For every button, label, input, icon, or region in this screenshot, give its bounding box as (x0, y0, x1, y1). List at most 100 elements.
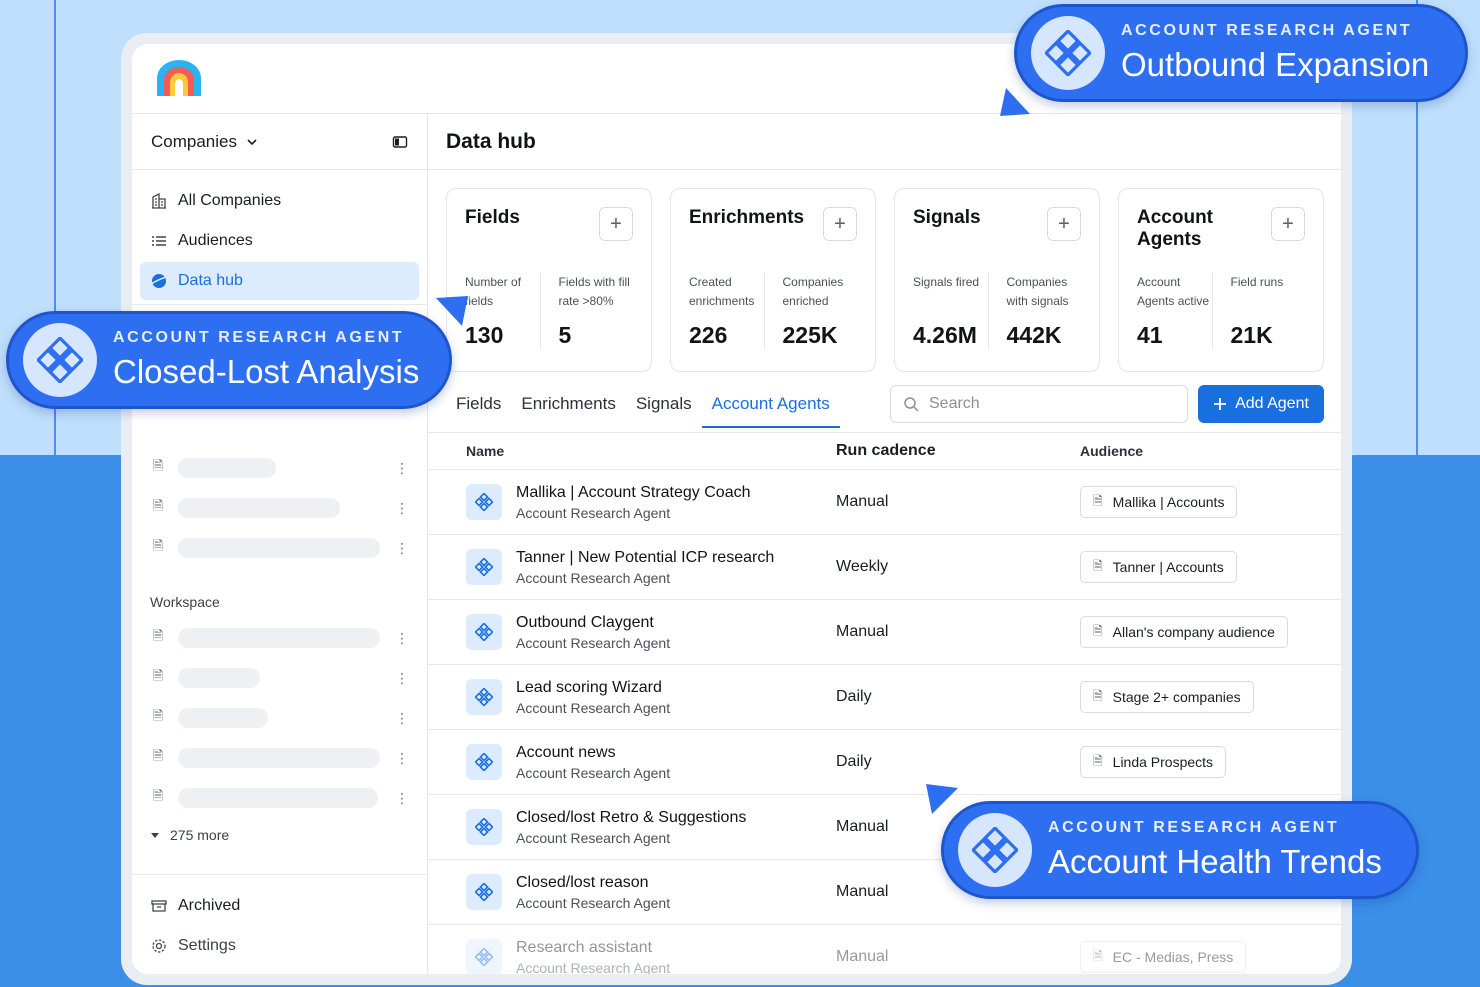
skeleton-line (178, 458, 276, 478)
sidebar-item-settings[interactable]: Settings (140, 927, 419, 965)
audience-cell: 🗎 Tanner | Accounts (1080, 551, 1341, 583)
audience-label: Tanner | Accounts (1112, 559, 1224, 575)
tab-signals[interactable]: Signals (626, 382, 702, 426)
list-item[interactable]: 🗎 ⋮ (132, 778, 427, 818)
kebab-menu-icon[interactable]: ⋮ (395, 670, 409, 687)
card-stat: Fields with fill rate >80% 5 (539, 273, 634, 349)
stat-label: Companies enriched (782, 275, 844, 308)
sidebar-item-label: All Companies (178, 192, 282, 209)
show-more-button[interactable]: 275 more (132, 818, 427, 852)
agent-name[interactable]: Mallika | Account Strategy Coach (516, 484, 751, 502)
sidebar-item-data-hub[interactable]: Data hub (140, 262, 419, 300)
agent-name[interactable]: Account news (516, 744, 670, 762)
tab-fields[interactable]: Fields (446, 382, 511, 426)
badge-closed-lost-analysis: ACCOUNT RESEARCH AGENT Closed-Lost Analy… (6, 311, 452, 409)
stat-value: 226 (689, 322, 728, 348)
table-row[interactable]: Outbound Claygent Account Research Agent… (428, 600, 1341, 665)
kebab-menu-icon[interactable]: ⋮ (395, 710, 409, 727)
stat-value: 21K (1230, 322, 1273, 348)
sidebar-header: Companies (132, 114, 427, 170)
agent-diamond-icon (466, 679, 502, 715)
audience-cell: 🗎 EC - Medias, Press (1080, 941, 1341, 973)
audience-pill[interactable]: 🗎 Stage 2+ companies (1080, 681, 1254, 713)
add-signal-button[interactable]: + (1047, 207, 1081, 241)
sidebar-divider (132, 304, 427, 305)
companies-dropdown-label: Companies (151, 131, 237, 151)
add-agent-button[interactable]: Add Agent (1198, 385, 1324, 423)
column-header-run-cadence[interactable]: Run cadence (836, 442, 1080, 460)
plus-icon: + (1282, 212, 1294, 235)
skeleton-line (178, 708, 268, 728)
badge-title: Outbound Expansion (1121, 46, 1430, 83)
stat-value: 130 (465, 322, 504, 348)
table-header: Name Run cadence Audience (428, 432, 1341, 470)
add-account-agent-button[interactable]: + (1271, 207, 1305, 241)
add-enrichment-button[interactable]: + (823, 207, 857, 241)
list-item[interactable]: 🗎 ⋮ (132, 488, 427, 528)
stat-value: 4.26M (913, 322, 977, 348)
kebab-menu-icon[interactable]: ⋮ (395, 540, 409, 557)
audience-label: Stage 2+ companies (1112, 689, 1241, 705)
chevron-down-icon (247, 138, 257, 145)
badge-account-health-trends: ACCOUNT RESEARCH AGENT Account Health Tr… (941, 801, 1419, 899)
card-stat: Field runs 21K (1211, 273, 1306, 349)
kebab-menu-icon[interactable]: ⋮ (395, 500, 409, 517)
table-row[interactable]: Mallika | Account Strategy Coach Account… (428, 470, 1341, 535)
audience-label: Mallika | Accounts (1112, 494, 1225, 510)
agent-diamond-icon (466, 809, 502, 845)
sidebar-item-archived[interactable]: Archived (140, 887, 419, 925)
document-icon: 🗎 (152, 498, 164, 513)
list-item[interactable]: 🗎 ⋮ (132, 738, 427, 778)
list-item[interactable]: 🗎 ⋮ (132, 448, 427, 488)
stat-value: 41 (1137, 322, 1163, 348)
agent-name[interactable]: Outbound Claygent (516, 614, 670, 632)
audience-pill[interactable]: 🗎 EC - Medias, Press (1080, 941, 1247, 973)
list-item[interactable]: 🗎 ⋮ (132, 658, 427, 698)
sidebar-item-label: Settings (178, 937, 236, 954)
globe-icon (150, 272, 168, 290)
add-field-button[interactable]: + (599, 207, 633, 241)
agent-type: Account Research Agent (516, 959, 671, 975)
column-header-name[interactable]: Name (428, 443, 836, 459)
list-item[interactable]: 🗎 ⋮ (132, 528, 427, 568)
companies-dropdown[interactable]: Companies (151, 132, 259, 152)
kebab-menu-icon[interactable]: ⋮ (395, 630, 409, 647)
sidebar-item-audiences[interactable]: Audiences (140, 222, 419, 260)
plus-icon: + (1058, 212, 1070, 235)
card-signals: Signals + Signals fired 4.26M Companies w… (894, 188, 1100, 372)
audience-pill[interactable]: 🗎 Mallika | Accounts (1080, 486, 1238, 518)
agent-type: Account Research Agent (516, 699, 671, 716)
document-icon: 🗎 (152, 748, 164, 763)
audience-label: EC - Medias, Press (1112, 949, 1234, 965)
agent-name[interactable]: Lead scoring Wizard (516, 679, 670, 697)
agent-name[interactable]: Tanner | New Potential ICP research (516, 549, 774, 567)
table-row[interactable]: Account news Account Research Agent Dail… (428, 730, 1341, 795)
audience-pill[interactable]: 🗎 Linda Prospects (1080, 746, 1227, 778)
agent-type: Account Research Agent (516, 764, 671, 781)
document-icon: 🗎 (1093, 558, 1103, 573)
tab-enrichments[interactable]: Enrichments (511, 382, 625, 426)
app-logo[interactable] (154, 60, 204, 96)
kebab-menu-icon[interactable]: ⋮ (395, 790, 409, 807)
agent-diamond-icon (466, 939, 502, 974)
table-row[interactable]: Lead scoring Wizard Account Research Age… (428, 665, 1341, 730)
agent-name[interactable]: Closed/lost Retro & Suggestions (516, 809, 746, 827)
audience-pill[interactable]: 🗎 Allan's company audience (1080, 616, 1288, 648)
search-input[interactable] (929, 395, 1169, 413)
sidebar-toggle-icon[interactable] (392, 135, 408, 149)
table-row[interactable]: Tanner | New Potential ICP research Acco… (428, 535, 1341, 600)
sidebar-nav: All Companies Audiences Data hub (132, 170, 427, 300)
column-header-audience[interactable]: Audience (1080, 443, 1341, 459)
list-item[interactable]: 🗎 ⋮ (132, 618, 427, 658)
table-row[interactable]: Research assistant Account Research Agen… (428, 925, 1341, 974)
sidebar-item-all-companies[interactable]: All Companies (140, 182, 419, 220)
agent-name[interactable]: Research assistant (516, 939, 670, 957)
kebab-menu-icon[interactable]: ⋮ (395, 750, 409, 767)
list-item[interactable]: 🗎 ⋮ (132, 698, 427, 738)
agent-name[interactable]: Closed/lost reason (516, 874, 670, 892)
kebab-menu-icon[interactable]: ⋮ (395, 460, 409, 477)
tab-account-agents[interactable]: Account Agents (701, 382, 840, 428)
card-stat: Signals fired 4.26M (913, 273, 988, 349)
audience-pill[interactable]: 🗎 Tanner | Accounts (1080, 551, 1237, 583)
agent-diamond-icon (466, 744, 502, 780)
